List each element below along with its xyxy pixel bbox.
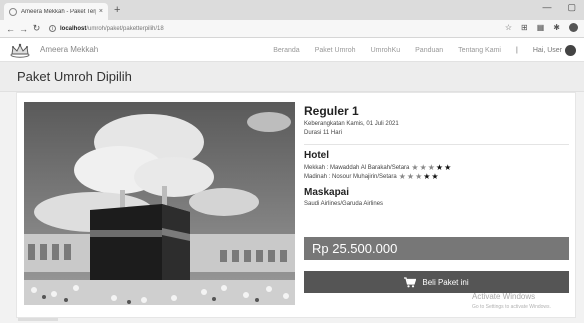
nav-item-tentang-kami[interactable]: Tentang Kami [458, 47, 501, 54]
price-banner: Rp 25.500.000 [304, 237, 569, 260]
nav-item-panduan[interactable]: Panduan [415, 47, 443, 54]
buy-package-button[interactable]: Beli Paket ini [304, 271, 569, 293]
address-bar: ← → ↻ i localhost /umroh/paket/paketterp… [0, 20, 584, 38]
buy-button-label: Beli Paket ini [422, 277, 469, 287]
user-greeting: Hai, User [532, 46, 562, 54]
hotel-rating-stars: ★★★★★ [411, 163, 452, 172]
info-icon[interactable]: i [49, 25, 56, 32]
extensions-icon[interactable]: ⊞ [521, 23, 528, 32]
profile-icon[interactable] [569, 23, 578, 32]
new-tab-button[interactable]: + [114, 3, 120, 17]
url-path: /umroh/paket/paketterpilih/18 [86, 25, 164, 32]
forward-icon[interactable]: → [17, 24, 30, 34]
footer-strip [18, 318, 58, 321]
airline-heading: Maskapai [304, 187, 350, 198]
favicon-icon [9, 7, 17, 16]
tab-title: Ameera Mekkah - Paket Terpilih [21, 8, 96, 15]
star-icon: ★ [411, 163, 420, 172]
reload-icon[interactable]: ↻ [30, 23, 43, 34]
tab-close-icon[interactable]: × [99, 8, 103, 15]
star-icon: ★ [415, 172, 424, 181]
departure-date: Keberangkatan Kamis, 01 Juli 2021 [304, 121, 399, 127]
hotel-label: Mekkah : Mawaddah Al Barakah/Setara [304, 164, 410, 171]
grid-icon[interactable]: ▦ [537, 23, 545, 32]
duration: Durasi 11 Hari [304, 130, 342, 136]
hotel-label: Madinah : Nosour Muhajirin/Setara [304, 173, 397, 180]
nav-item-paket-umroh[interactable]: Paket Umroh [315, 47, 356, 54]
maximize-icon[interactable]: ▢ [567, 2, 576, 13]
windows-watermark-subtitle: Go to Settings to activate Windows. [472, 304, 551, 310]
hotel-heading: Hotel [304, 150, 329, 161]
star-icon: ★ [435, 163, 445, 172]
site-navbar: Ameera Mekkah Beranda Paket Umroh UmrohK… [0, 38, 584, 62]
browser-tab[interactable]: Ameera Mekkah - Paket Terpilih × [4, 3, 108, 20]
nav-menu: Beranda Paket Umroh UmrohKu Panduan Tent… [273, 38, 576, 62]
star-icon: ★ [419, 163, 428, 172]
user-menu[interactable]: Hai, User [532, 44, 576, 56]
crown-logo-icon[interactable] [9, 42, 31, 58]
nav-item-beranda[interactable]: Beranda [273, 47, 299, 54]
star-icon[interactable]: ☆ [505, 23, 512, 32]
nav-separator: | [515, 46, 518, 54]
page-title: Paket Umroh Dipilih [17, 69, 132, 84]
star-icon: ★ [431, 172, 440, 181]
browser-tab-bar: Ameera Mekkah - Paket Terpilih × + — ▢ [0, 0, 584, 20]
url-field[interactable]: i localhost /umroh/paket/paketterpilih/1… [49, 25, 164, 32]
minimize-icon[interactable]: — [542, 2, 551, 13]
star-icon: ★ [427, 163, 436, 172]
window-controls: — ▢ [542, 2, 576, 13]
hotel-row-mekkah: Mekkah : Mawaddah Al Barakah/Setara ★★★★… [304, 163, 569, 172]
package-card: Reguler 1 Keberangkatan Kamis, 01 Juli 2… [16, 92, 576, 318]
puzzle-icon[interactable]: ✱ [553, 23, 560, 32]
url-host: localhost [60, 25, 87, 32]
hotel-rating-stars: ★★★★★ [399, 172, 440, 181]
brand-name[interactable]: Ameera Mekkah [40, 45, 98, 54]
back-icon[interactable]: ← [4, 24, 17, 34]
page-header: Paket Umroh Dipilih [0, 62, 584, 92]
nav-item-umrohku[interactable]: UmrohKu [371, 47, 401, 54]
package-details: Reguler 1 Keberangkatan Kamis, 01 Juli 2… [304, 104, 569, 209]
package-name: Reguler 1 [304, 104, 359, 118]
star-icon: ★ [398, 172, 407, 181]
kaaba-photo [24, 102, 295, 305]
windows-watermark-title: Activate Windows [472, 292, 536, 301]
hotel-row-madinah: Madinah : Nosour Muhajirin/Setara ★★★★★ [304, 172, 569, 181]
airline-name: Saudi Airlines/Garuda Airlines [304, 201, 384, 207]
cart-icon [404, 276, 417, 287]
browser-toolbar-icons: ☆ ⊞ ▦ ✱ [505, 23, 578, 32]
star-icon: ★ [444, 163, 453, 172]
user-avatar-icon [565, 44, 576, 56]
star-icon: ★ [406, 172, 416, 181]
divider [304, 144, 569, 145]
